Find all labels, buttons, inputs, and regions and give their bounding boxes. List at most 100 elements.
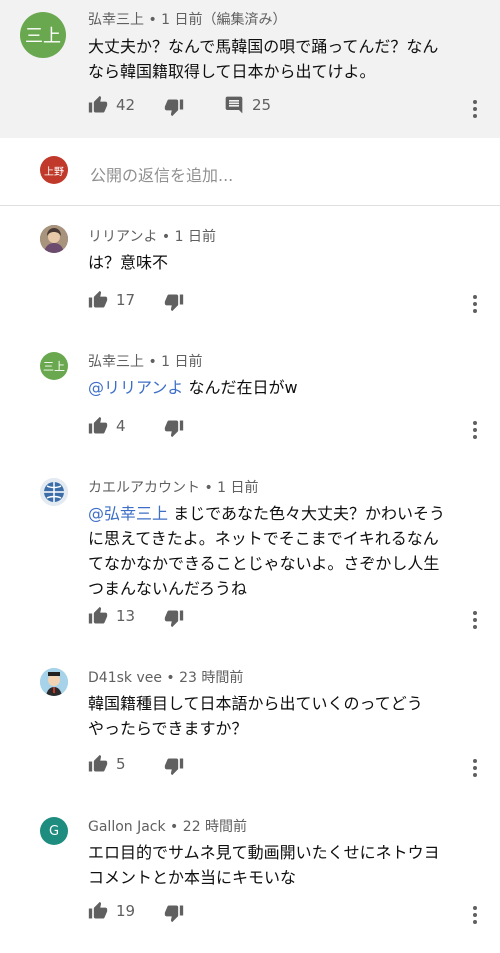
avatar-text: 三上 xyxy=(43,360,65,373)
comment-line: つまんないんだろうね xyxy=(88,579,248,598)
mention-link[interactable]: @弘幸三上 xyxy=(88,504,168,523)
comment-meta: 弘幸三上 • 1 日前 xyxy=(88,354,203,370)
thumb-up-icon xyxy=(88,606,108,624)
avatar[interactable] xyxy=(40,668,68,696)
dislike-button[interactable] xyxy=(164,608,184,628)
thumb-down-icon xyxy=(164,905,184,923)
globe-icon xyxy=(40,478,68,506)
comment-line-text: まじであなた色々大丈夫？かわいそう xyxy=(168,504,445,523)
comment-text: エロ目的でサムネ見て動画開いたくせにネトウヨ コメントとか本当にキモいな xyxy=(88,840,488,890)
more-options-icon[interactable] xyxy=(470,418,480,442)
timestamp: 1 日前 xyxy=(161,354,203,370)
comment-line: コメントとか本当にキモいな xyxy=(88,868,297,887)
thumb-up-icon xyxy=(88,901,108,919)
comment-meta: Gallon Jack • 22 時間前 xyxy=(88,819,248,835)
author-name[interactable]: 弘幸三上 xyxy=(88,12,144,28)
thumb-down-icon xyxy=(164,294,184,312)
more-options-icon[interactable] xyxy=(470,608,480,632)
more-options-icon[interactable] xyxy=(470,903,480,927)
comment-line: てなかなかできることじゃないよ。さぞかし人生 xyxy=(88,554,440,573)
comment-line: やったらできますか？ xyxy=(88,719,248,738)
like-button[interactable]: 13 xyxy=(88,606,135,626)
thumb-down-icon xyxy=(164,99,184,117)
reply-count-button[interactable]: 25 xyxy=(224,95,271,115)
avatar[interactable] xyxy=(40,478,68,506)
thumb-up-icon xyxy=(88,416,108,434)
like-count: 5 xyxy=(116,755,126,773)
comment-meta: D41sk vee • 23 時間前 xyxy=(88,670,244,686)
thumb-up-icon xyxy=(88,95,108,113)
more-options-icon[interactable] xyxy=(470,292,480,316)
dislike-button[interactable] xyxy=(164,418,184,438)
avatar[interactable]: 三上 xyxy=(40,352,68,380)
comment-actions: 42 25 xyxy=(88,95,488,119)
comment-text: @弘幸三上 まじであなた色々大丈夫？かわいそう に思えてきたよ。ネットでそこまで… xyxy=(88,501,488,601)
dislike-button[interactable] xyxy=(164,292,184,312)
comment-meta: カエルアカウント • 1 日前 xyxy=(88,480,259,496)
avatar[interactable]: 三上 xyxy=(20,12,66,58)
dislike-button[interactable] xyxy=(164,903,184,923)
comment-line: エロ目的でサムネ見て動画開いたくせにネトウヨ xyxy=(88,843,440,862)
dislike-button[interactable] xyxy=(164,756,184,776)
like-button[interactable]: 17 xyxy=(88,290,135,310)
like-count: 42 xyxy=(116,96,136,114)
like-button[interactable]: 42 xyxy=(88,95,135,115)
more-options-icon[interactable] xyxy=(470,97,480,121)
dislike-button[interactable] xyxy=(164,97,184,117)
thumb-down-icon xyxy=(164,758,184,776)
comment-text: 韓国籍種目して日本語から出ていくのってどう やったらできますか？ xyxy=(88,691,488,741)
comment-line: @弘幸三上 まじであなた色々大丈夫？かわいそう xyxy=(88,501,488,526)
thumb-down-icon xyxy=(164,610,184,628)
reply-input[interactable]: 公開の返信を追加... xyxy=(90,162,233,186)
comment-line: 大丈夫か？なんで馬韓国の唄で踊ってんだ？なん xyxy=(88,37,439,56)
comment-actions: 4 xyxy=(88,416,488,440)
comment-actions: 19 xyxy=(88,901,488,925)
comment-actions: 17 xyxy=(88,290,488,314)
comment-actions: 5 xyxy=(88,754,488,778)
avatar[interactable]: G xyxy=(40,817,68,845)
more-options-icon[interactable] xyxy=(470,756,480,780)
thumb-down-icon xyxy=(164,420,184,438)
comment-line: は？意味不 xyxy=(88,253,169,272)
author-name[interactable]: Gallon Jack xyxy=(88,819,166,835)
author-name[interactable]: 弘幸三上 xyxy=(88,354,144,370)
thumb-up-icon xyxy=(88,754,108,772)
comment-text: は？意味不 xyxy=(88,250,168,275)
mention-link[interactable]: @リリアンよ xyxy=(88,378,183,397)
reply-input-area: 上野 xyxy=(0,138,500,206)
comment-text: 大丈夫か？なんで馬韓国の唄で踊ってんだ？なん なら韓国籍取得して日本から出てけよ… xyxy=(88,34,484,84)
timestamp: 1 日前 xyxy=(174,229,216,245)
comment-meta: 弘幸三上 • 1 日前（編集済み） xyxy=(88,12,287,28)
avatar: 上野 xyxy=(40,156,68,184)
timestamp: 22 時間前 xyxy=(182,819,248,835)
thumb-up-icon xyxy=(88,290,108,308)
comment-actions: 13 xyxy=(88,606,488,630)
avatar-text: 三上 xyxy=(25,26,61,47)
cartoon-avatar-icon xyxy=(40,668,68,696)
like-button[interactable]: 4 xyxy=(88,416,126,436)
timestamp: 23 時間前 xyxy=(179,670,244,686)
author-name[interactable]: リリアンよ xyxy=(88,229,157,245)
like-count: 4 xyxy=(116,417,126,435)
like-count: 17 xyxy=(116,291,136,309)
like-button[interactable]: 19 xyxy=(88,901,135,921)
author-name[interactable]: カエルアカウント xyxy=(88,480,200,496)
comment-line: なら韓国籍取得して日本から出てけよ。 xyxy=(88,62,376,81)
like-button[interactable]: 5 xyxy=(88,754,126,774)
comment-line: 韓国籍種目して日本語から出ていくのってどう xyxy=(88,694,423,713)
timestamp: 1 日前 xyxy=(217,480,259,496)
comment-text: @リリアンよ なんだ在日がw xyxy=(88,375,298,400)
timestamp: 1 日前（編集済み） xyxy=(161,12,287,28)
comment-line: に思えてきたよ。ネットでそこまでイキれるなん xyxy=(88,529,439,548)
avatar[interactable] xyxy=(40,225,68,253)
comment-icon xyxy=(225,96,243,114)
like-count: 13 xyxy=(116,607,136,625)
like-count: 19 xyxy=(116,902,136,920)
comment-line: なんだ在日がw xyxy=(183,378,298,397)
reply-count: 25 xyxy=(252,96,272,114)
comment-meta: リリアンよ • 1 日前 xyxy=(88,229,216,245)
portrait-icon xyxy=(40,225,68,253)
parent-comment: 三上 弘幸三上 • 1 日前（編集済み） 大丈夫か？なんで馬韓国の唄で踊ってんだ… xyxy=(0,0,500,138)
avatar-text: G xyxy=(48,823,60,839)
author-name[interactable]: D41sk vee xyxy=(88,670,162,686)
